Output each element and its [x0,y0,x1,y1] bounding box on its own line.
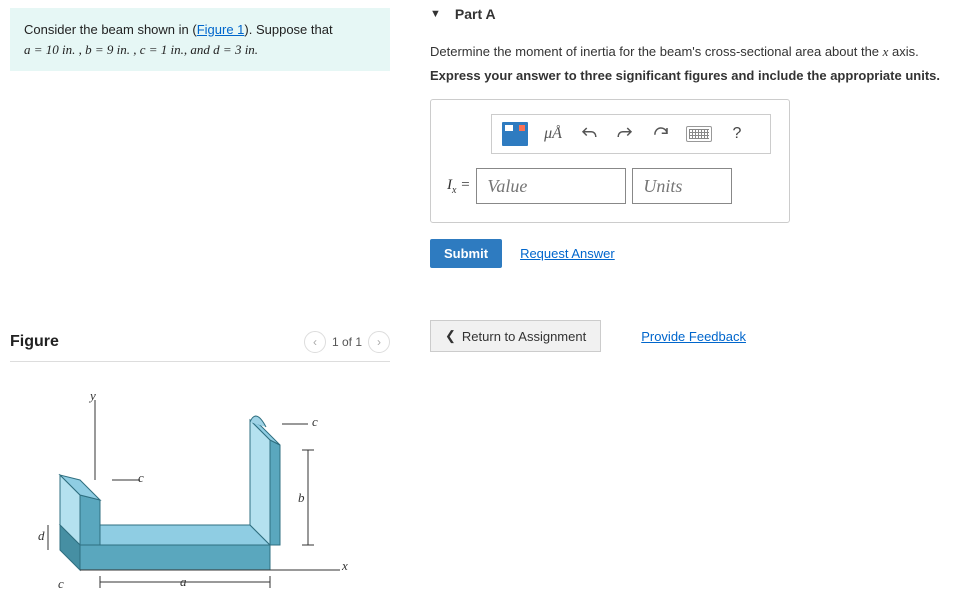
figure-header: Figure ‹ 1 of 1 › [10,331,390,362]
units-input[interactable] [632,168,732,204]
return-button[interactable]: ❮ Return to Assignment [430,320,601,352]
keyboard-icon[interactable] [686,126,712,142]
dim-d-label: d [38,528,45,544]
redo-icon[interactable] [614,123,636,145]
problem-text-mid: ). Suppose that [244,22,332,37]
units-symbol-button[interactable]: μÅ [542,123,564,145]
dim-c-bottom-label: c [58,576,64,592]
figure-title: Figure [10,333,59,351]
dim-c-top-label: c [312,414,318,430]
collapse-caret-icon[interactable]: ▼ [430,8,441,20]
dim-c-left-label: c [138,470,144,486]
pager-label: 1 of 1 [332,335,362,349]
axis-y-label: y [90,388,96,404]
problem-text-pre: Consider the beam shown in ( [24,22,197,37]
answer-panel: μÅ ? Ix = [430,99,790,223]
instruction-bold: Express your answer to three significant… [430,68,950,83]
problem-equation: a = 10 in. , b = 9 in. , c = 1 in., and … [24,42,258,57]
template-icon[interactable] [502,122,528,146]
pager-next-button[interactable]: › [368,331,390,353]
help-icon[interactable]: ? [726,123,748,145]
instruction-text: Determine the moment of inertia for the … [430,44,950,60]
request-answer-link[interactable]: Request Answer [520,246,615,261]
return-label: Return to Assignment [462,329,586,344]
figure-pager: ‹ 1 of 1 › [304,331,390,353]
submit-button[interactable]: Submit [430,239,502,268]
reset-icon[interactable] [650,123,672,145]
answer-toolbar: μÅ ? [491,114,771,154]
pager-prev-button[interactable]: ‹ [304,331,326,353]
part-title: Part A [455,6,496,22]
chevron-left-icon: ❮ [445,328,456,344]
dim-a-label: a [180,574,187,590]
answer-prefix: Ix = [447,177,470,196]
undo-icon[interactable] [578,123,600,145]
figure-link[interactable]: Figure 1 [197,22,245,37]
axis-x-label: x [342,558,348,574]
figure-diagram: y x a b c c d c [20,380,360,590]
part-header[interactable]: ▼ Part A [430,6,950,22]
beam-svg [20,380,360,590]
value-input[interactable] [476,168,626,204]
problem-statement: Consider the beam shown in (Figure 1). S… [10,8,390,71]
dim-b-label: b [298,490,305,506]
provide-feedback-link[interactable]: Provide Feedback [641,329,746,344]
